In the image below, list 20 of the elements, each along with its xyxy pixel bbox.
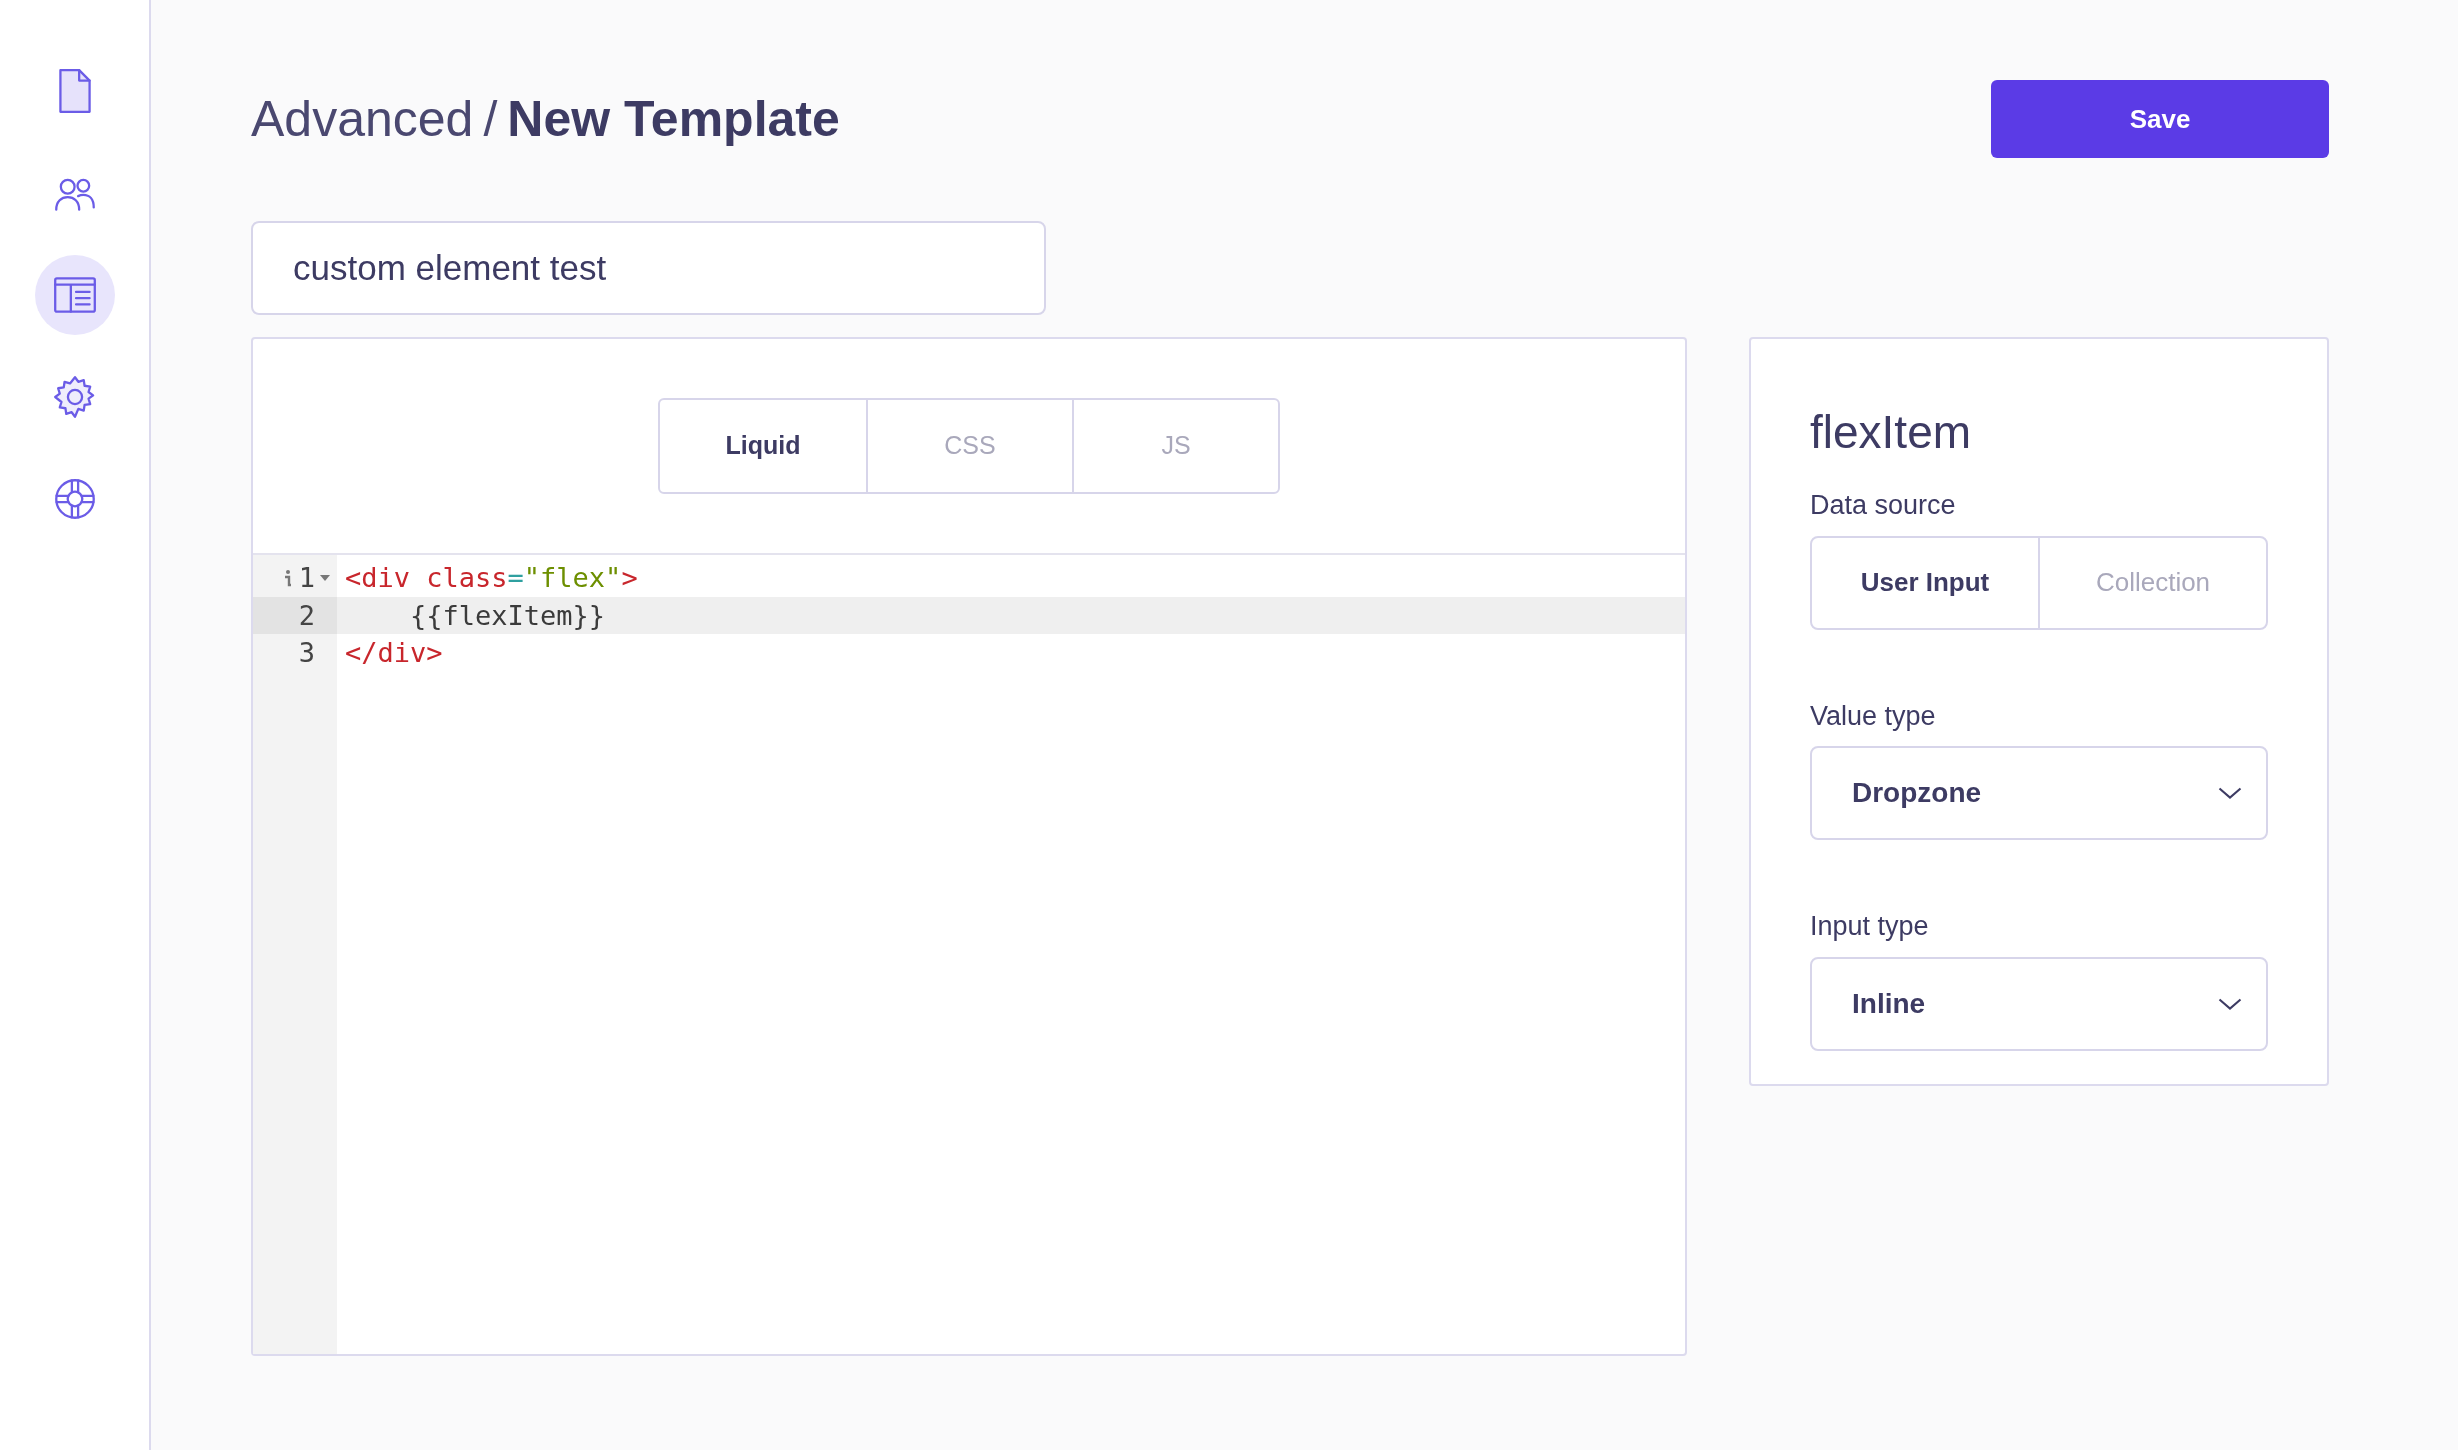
breadcrumb-separator: / — [483, 89, 498, 149]
breadcrumb-link[interactable]: Advanced — [251, 81, 474, 157]
chevron-down-icon — [2218, 787, 2242, 799]
field-label: Data source — [1810, 489, 1957, 522]
editor-tab[interactable]: Liquid — [660, 400, 866, 492]
panel-title: flexItem — [1810, 409, 1973, 455]
name-input-field[interactable]: custom element test — [251, 221, 1046, 315]
dropdown[interactable]: Inline — [1810, 956, 2268, 1051]
line-number: 1 — [298, 561, 315, 595]
save-button[interactable]: Save — [1991, 80, 2329, 158]
page-title: New Template — [507, 89, 840, 149]
info-icon — [282, 567, 293, 588]
dropdown[interactable]: Dropzone — [1810, 746, 2268, 840]
line-number: 2 — [298, 598, 315, 633]
line-number: 3 — [298, 636, 315, 670]
chevron-down-icon — [2218, 997, 2242, 1010]
segment-option[interactable]: User Input — [1812, 537, 2038, 628]
field-label: Value type — [1810, 699, 1937, 733]
fold-caret-icon — [319, 573, 331, 582]
field-label: Input type — [1810, 910, 1930, 943]
